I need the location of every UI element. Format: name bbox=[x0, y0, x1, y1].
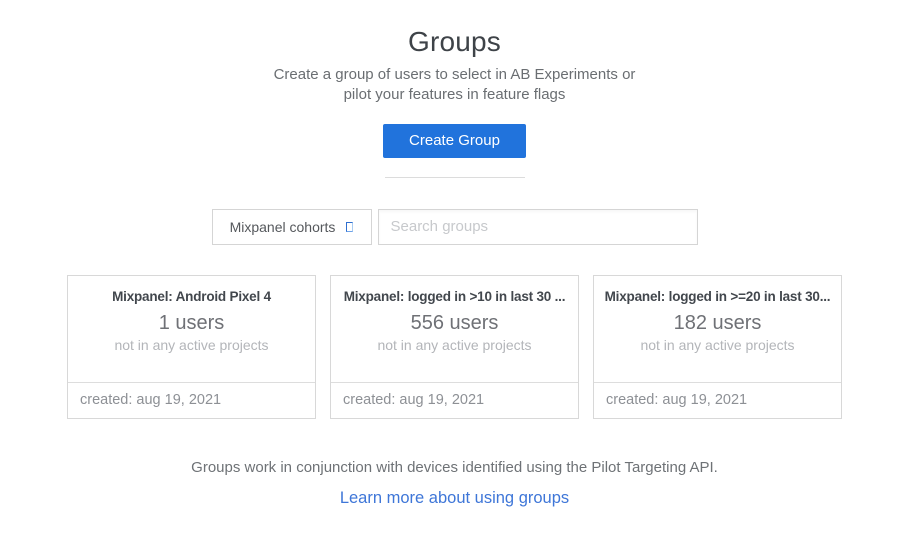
group-card-status: not in any active projects bbox=[331, 337, 578, 353]
group-card-created: created: aug 19, 2021 bbox=[594, 382, 841, 418]
group-card-title: Mixpanel: logged in >10 in last 30 ... bbox=[331, 289, 578, 304]
page-subtitle-line1: Create a group of users to select in AB … bbox=[0, 65, 909, 85]
group-card-status: not in any active projects bbox=[594, 337, 841, 353]
create-group-button[interactable]: Create Group bbox=[383, 124, 526, 158]
group-card-body: Mixpanel: logged in >10 in last 30 ... 5… bbox=[331, 276, 578, 382]
group-card-user-count: 182 users bbox=[594, 312, 841, 335]
pilot-targeting-note: Groups work in conjunction with devices … bbox=[0, 459, 909, 476]
group-card-title: Mixpanel: logged in >=20 in last 30... bbox=[594, 289, 841, 304]
group-card-created: created: aug 19, 2021 bbox=[331, 382, 578, 418]
learn-more-link[interactable]: Learn more about using groups bbox=[340, 489, 569, 508]
group-card-user-count: 1 users bbox=[68, 312, 315, 335]
group-cards-row: Mixpanel: Android Pixel 4 1 users not in… bbox=[0, 275, 909, 419]
header-divider bbox=[385, 177, 525, 178]
filter-controls: Mixpanel cohorts bbox=[0, 209, 909, 245]
page-subtitle-line2: pilot your features in feature flags bbox=[0, 85, 909, 105]
group-card-user-count: 556 users bbox=[331, 312, 578, 335]
group-card-body: Mixpanel: Android Pixel 4 1 users not in… bbox=[68, 276, 315, 382]
group-card-title: Mixpanel: Android Pixel 4 bbox=[68, 289, 315, 304]
group-card[interactable]: Mixpanel: Android Pixel 4 1 users not in… bbox=[67, 275, 316, 419]
group-card-created: created: aug 19, 2021 bbox=[68, 382, 315, 418]
page-subtitle: Create a group of users to select in AB … bbox=[0, 65, 909, 105]
group-card-body: Mixpanel: logged in >=20 in last 30... 1… bbox=[594, 276, 841, 382]
cohort-source-dropdown[interactable]: Mixpanel cohorts bbox=[212, 209, 372, 245]
group-card[interactable]: Mixpanel: logged in >10 in last 30 ... 5… bbox=[330, 275, 579, 419]
page-title: Groups bbox=[0, 26, 909, 58]
group-card-status: not in any active projects bbox=[68, 337, 315, 353]
missing-glyph-box-icon bbox=[346, 222, 353, 232]
group-card[interactable]: Mixpanel: logged in >=20 in last 30... 1… bbox=[593, 275, 842, 419]
cohort-source-dropdown-label: Mixpanel cohorts bbox=[230, 219, 336, 235]
groups-page: Groups Create a group of users to select… bbox=[0, 0, 909, 508]
search-groups-input[interactable] bbox=[378, 209, 698, 245]
